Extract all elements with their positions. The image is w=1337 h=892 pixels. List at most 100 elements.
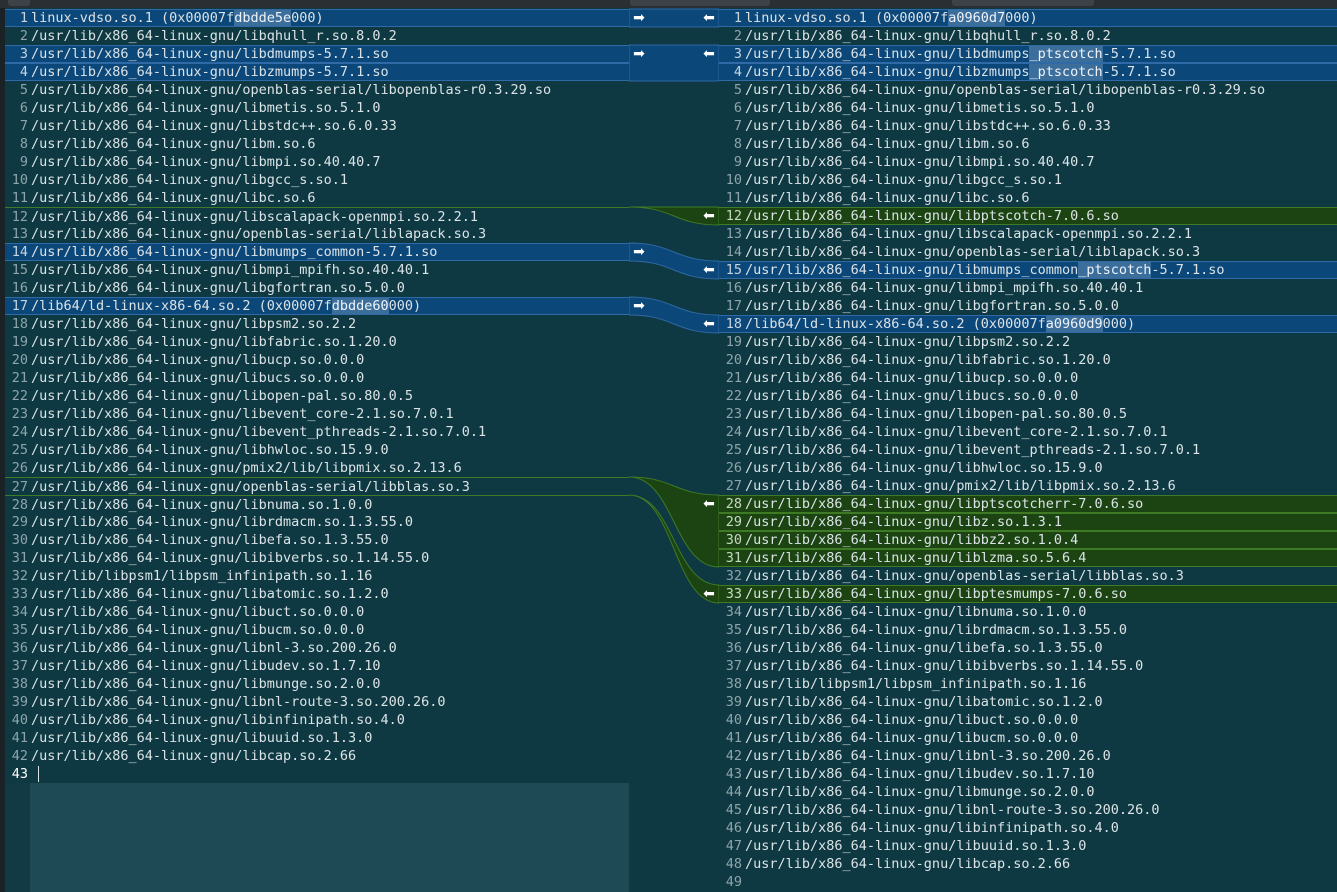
right-diff-line[interactable]: 43/usr/lib/x86_64-linux-gnu/libudev.so.1… [719,765,1337,783]
left-diff-line[interactable]: 8/usr/lib/x86_64-linux-gnu/libm.so.6 [5,135,629,153]
right-diff-line[interactable]: 45/usr/lib/x86_64-linux-gnu/libnl-route-… [719,801,1337,819]
left-diff-line[interactable]: 33/usr/lib/x86_64-linux-gnu/libatomic.so… [5,585,629,603]
right-diff-line[interactable]: 16/usr/lib/x86_64-linux-gnu/libmpi_mpifh… [719,279,1337,297]
tab-handle-center[interactable] [630,0,770,6]
right-diff-line[interactable]: 7/usr/lib/x86_64-linux-gnu/libstdc++.so.… [719,117,1337,135]
left-diff-line[interactable]: 3/usr/lib/x86_64-linux-gnu/libdmumps-5.7… [5,45,629,63]
arrow-left-icon[interactable]: ⬅ [701,261,717,279]
left-diff-line[interactable]: 34/usr/lib/x86_64-linux-gnu/libuct.so.0.… [5,603,629,621]
right-diff-line[interactable]: 15/usr/lib/x86_64-linux-gnu/libmumps_com… [719,261,1337,279]
left-diff-line[interactable]: 42/usr/lib/x86_64-linux-gnu/libcap.so.2.… [5,747,629,765]
left-diff-line[interactable]: 40/usr/lib/x86_64-linux-gnu/libinfinipat… [5,711,629,729]
left-diff-line[interactable]: 26/usr/lib/x86_64-linux-gnu/pmix2/lib/li… [5,459,629,477]
right-diff-line[interactable]: 4/usr/lib/x86_64-linux-gnu/libzmumps_pts… [719,63,1337,81]
left-diff-line[interactable]: 19/usr/lib/x86_64-linux-gnu/libfabric.so… [5,333,629,351]
right-diff-line[interactable]: 13/usr/lib/x86_64-linux-gnu/libscalapack… [719,225,1337,243]
left-diff-line[interactable]: 38/usr/lib/x86_64-linux-gnu/libmunge.so.… [5,675,629,693]
arrow-left-icon[interactable]: ⬅ [701,9,717,27]
left-diff-line[interactable]: 2/usr/lib/x86_64-linux-gnu/libqhull_r.so… [5,27,629,45]
left-diff-line[interactable]: 31/usr/lib/x86_64-linux-gnu/libibverbs.s… [5,549,629,567]
right-diff-line[interactable]: 19/usr/lib/x86_64-linux-gnu/libpsm2.so.2… [719,333,1337,351]
left-diff-line[interactable]: 13/usr/lib/x86_64-linux-gnu/openblas-ser… [5,225,629,243]
right-diff-line[interactable]: 18/lib64/ld-linux-x86-64.so.2 (0x00007fa… [719,315,1337,333]
right-diff-line[interactable]: 27/usr/lib/x86_64-linux-gnu/pmix2/lib/li… [719,477,1337,495]
right-diff-line[interactable]: 21/usr/lib/x86_64-linux-gnu/libucp.so.0.… [719,369,1337,387]
right-diff-line[interactable]: 24/usr/lib/x86_64-linux-gnu/libevent_cor… [719,423,1337,441]
left-diff-line[interactable]: 39/usr/lib/x86_64-linux-gnu/libnl-route-… [5,693,629,711]
left-diff-line[interactable]: 24/usr/lib/x86_64-linux-gnu/libevent_pth… [5,423,629,441]
left-diff-line[interactable]: 5/usr/lib/x86_64-linux-gnu/openblas-seri… [5,81,629,99]
left-diff-line[interactable]: 18/usr/lib/x86_64-linux-gnu/libpsm2.so.2… [5,315,629,333]
right-diff-line[interactable]: 35/usr/lib/x86_64-linux-gnu/librdmacm.so… [719,621,1337,639]
left-diff-line[interactable]: 28/usr/lib/x86_64-linux-gnu/libnuma.so.1… [5,495,629,514]
right-diff-line[interactable]: 34/usr/lib/x86_64-linux-gnu/libnuma.so.1… [719,603,1337,621]
right-diff-line[interactable]: 31/usr/lib/x86_64-linux-gnu/liblzma.so.5… [719,549,1337,567]
arrow-left-icon[interactable]: ⬅ [701,207,717,225]
left-diff-line[interactable]: 1 linux-vdso.so.1 (0x00007fdbdde5e000) [5,9,629,27]
left-diff-line[interactable]: 36/usr/lib/x86_64-linux-gnu/libnl-3.so.2… [5,639,629,657]
left-diff-line[interactable]: 17/lib64/ld-linux-x86-64.so.2 (0x00007fd… [5,297,629,315]
arrow-left-icon[interactable]: ⬅ [701,585,717,603]
right-diff-line[interactable]: 30/usr/lib/x86_64-linux-gnu/libbz2.so.1.… [719,531,1337,549]
arrow-right-icon[interactable]: ➡ [631,45,647,63]
right-diff-line[interactable]: 26/usr/lib/x86_64-linux-gnu/libhwloc.so.… [719,459,1337,477]
right-diff-line[interactable]: 40/usr/lib/x86_64-linux-gnu/libuct.so.0.… [719,711,1337,729]
right-diff-line[interactable]: 25/usr/lib/x86_64-linux-gnu/libevent_pth… [719,441,1337,459]
right-diff-pane[interactable]: 1 linux-vdso.so.1 (0x00007fa0960d7000) 2/u… [719,9,1337,892]
left-diff-line[interactable]: 43 [5,765,629,783]
right-diff-line[interactable]: 23/usr/lib/x86_64-linux-gnu/libopen-pal.… [719,405,1337,423]
left-diff-line[interactable]: 23/usr/lib/x86_64-linux-gnu/libevent_cor… [5,405,629,423]
right-diff-line[interactable]: 9/usr/lib/x86_64-linux-gnu/libmpi.so.40.… [719,153,1337,171]
left-diff-line[interactable]: 37/usr/lib/x86_64-linux-gnu/libudev.so.1… [5,657,629,675]
left-diff-line[interactable]: 7/usr/lib/x86_64-linux-gnu/libstdc++.so.… [5,117,629,135]
right-diff-line[interactable]: 32/usr/lib/x86_64-linux-gnu/openblas-ser… [719,567,1337,585]
left-diff-line[interactable]: 4/usr/lib/x86_64-linux-gnu/libzmumps-5.7… [5,63,629,81]
right-diff-line[interactable]: 39/usr/lib/x86_64-linux-gnu/libatomic.so… [719,693,1337,711]
right-diff-line[interactable]: 8/usr/lib/x86_64-linux-gnu/libm.so.6 [719,135,1337,153]
left-diff-line[interactable]: 27/usr/lib/x86_64-linux-gnu/openblas-ser… [5,477,629,496]
right-diff-line[interactable]: 10/usr/lib/x86_64-linux-gnu/libgcc_s.so.… [719,171,1337,189]
arrow-right-icon[interactable]: ➡ [631,297,647,315]
left-diff-line[interactable]: 35/usr/lib/x86_64-linux-gnu/libucm.so.0.… [5,621,629,639]
arrow-right-icon[interactable]: ➡ [631,243,647,261]
left-diff-line[interactable]: 14/usr/lib/x86_64-linux-gnu/libmumps_com… [5,243,629,261]
right-diff-line[interactable]: 44/usr/lib/x86_64-linux-gnu/libmunge.so.… [719,783,1337,801]
left-diff-line[interactable]: 21/usr/lib/x86_64-linux-gnu/libucs.so.0.… [5,369,629,387]
left-diff-line[interactable]: 15/usr/lib/x86_64-linux-gnu/libmpi_mpifh… [5,261,629,279]
left-diff-line[interactable]: 16/usr/lib/x86_64-linux-gnu/libgfortran.… [5,279,629,297]
left-diff-line[interactable]: 41/usr/lib/x86_64-linux-gnu/libuuid.so.1… [5,729,629,747]
tab-handle-right[interactable] [952,0,1094,6]
left-diff-line[interactable]: 32/usr/lib/libpsm1/libpsm_infinipath.so.… [5,567,629,585]
left-diff-line[interactable]: 12/usr/lib/x86_64-linux-gnu/libscalapack… [5,207,629,226]
arrow-right-icon[interactable]: ➡ [631,9,647,27]
right-diff-line[interactable]: 20/usr/lib/x86_64-linux-gnu/libfabric.so… [719,351,1337,369]
right-diff-line[interactable]: 37/usr/lib/x86_64-linux-gnu/libibverbs.s… [719,657,1337,675]
left-diff-line[interactable]: 10/usr/lib/x86_64-linux-gnu/libgcc_s.so.… [5,171,629,189]
left-diff-line[interactable]: 25/usr/lib/x86_64-linux-gnu/libhwloc.so.… [5,441,629,459]
left-diff-line[interactable]: 20/usr/lib/x86_64-linux-gnu/libucp.so.0.… [5,351,629,369]
right-diff-line[interactable]: 42/usr/lib/x86_64-linux-gnu/libnl-3.so.2… [719,747,1337,765]
right-diff-line[interactable]: 11/usr/lib/x86_64-linux-gnu/libc.so.6 [719,189,1337,207]
right-diff-line[interactable]: 47/usr/lib/x86_64-linux-gnu/libuuid.so.1… [719,837,1337,855]
arrow-left-icon[interactable]: ⬅ [701,45,717,63]
right-diff-line[interactable]: 49 [719,873,1337,891]
right-diff-line[interactable]: 29/usr/lib/x86_64-linux-gnu/libz.so.1.3.… [719,513,1337,531]
arrow-left-icon[interactable]: ⬅ [701,495,717,513]
right-diff-line[interactable]: 17/usr/lib/x86_64-linux-gnu/libgfortran.… [719,297,1337,315]
right-diff-line[interactable]: 2/usr/lib/x86_64-linux-gnu/libqhull_r.so… [719,27,1337,45]
right-diff-line[interactable]: 22/usr/lib/x86_64-linux-gnu/libucs.so.0.… [719,387,1337,405]
left-diff-line[interactable]: 22/usr/lib/x86_64-linux-gnu/libopen-pal.… [5,387,629,405]
arrow-left-icon[interactable]: ⬅ [701,315,717,333]
left-diff-pane[interactable]: 1 linux-vdso.so.1 (0x00007fdbdde5e000) 2/u… [5,9,629,892]
right-diff-line[interactable]: 33/usr/lib/x86_64-linux-gnu/libptesmumps… [719,585,1337,603]
right-diff-line[interactable]: 36/usr/lib/x86_64-linux-gnu/libefa.so.1.… [719,639,1337,657]
left-diff-line[interactable]: 11/usr/lib/x86_64-linux-gnu/libc.so.6 [5,189,629,207]
right-diff-line[interactable]: 38/usr/lib/libpsm1/libpsm_infinipath.so.… [719,675,1337,693]
right-diff-line[interactable]: 28/usr/lib/x86_64-linux-gnu/libptscotche… [719,495,1337,513]
right-diff-line[interactable]: 6/usr/lib/x86_64-linux-gnu/libmetis.so.5… [719,99,1337,117]
left-diff-line[interactable]: 9/usr/lib/x86_64-linux-gnu/libmpi.so.40.… [5,153,629,171]
left-diff-line[interactable]: 6/usr/lib/x86_64-linux-gnu/libmetis.so.5… [5,99,629,117]
tab-handle-left[interactable] [8,0,30,6]
right-diff-line[interactable]: 48/usr/lib/x86_64-linux-gnu/libcap.so.2.… [719,855,1337,873]
right-diff-line[interactable]: 46/usr/lib/x86_64-linux-gnu/libinfinipat… [719,819,1337,837]
